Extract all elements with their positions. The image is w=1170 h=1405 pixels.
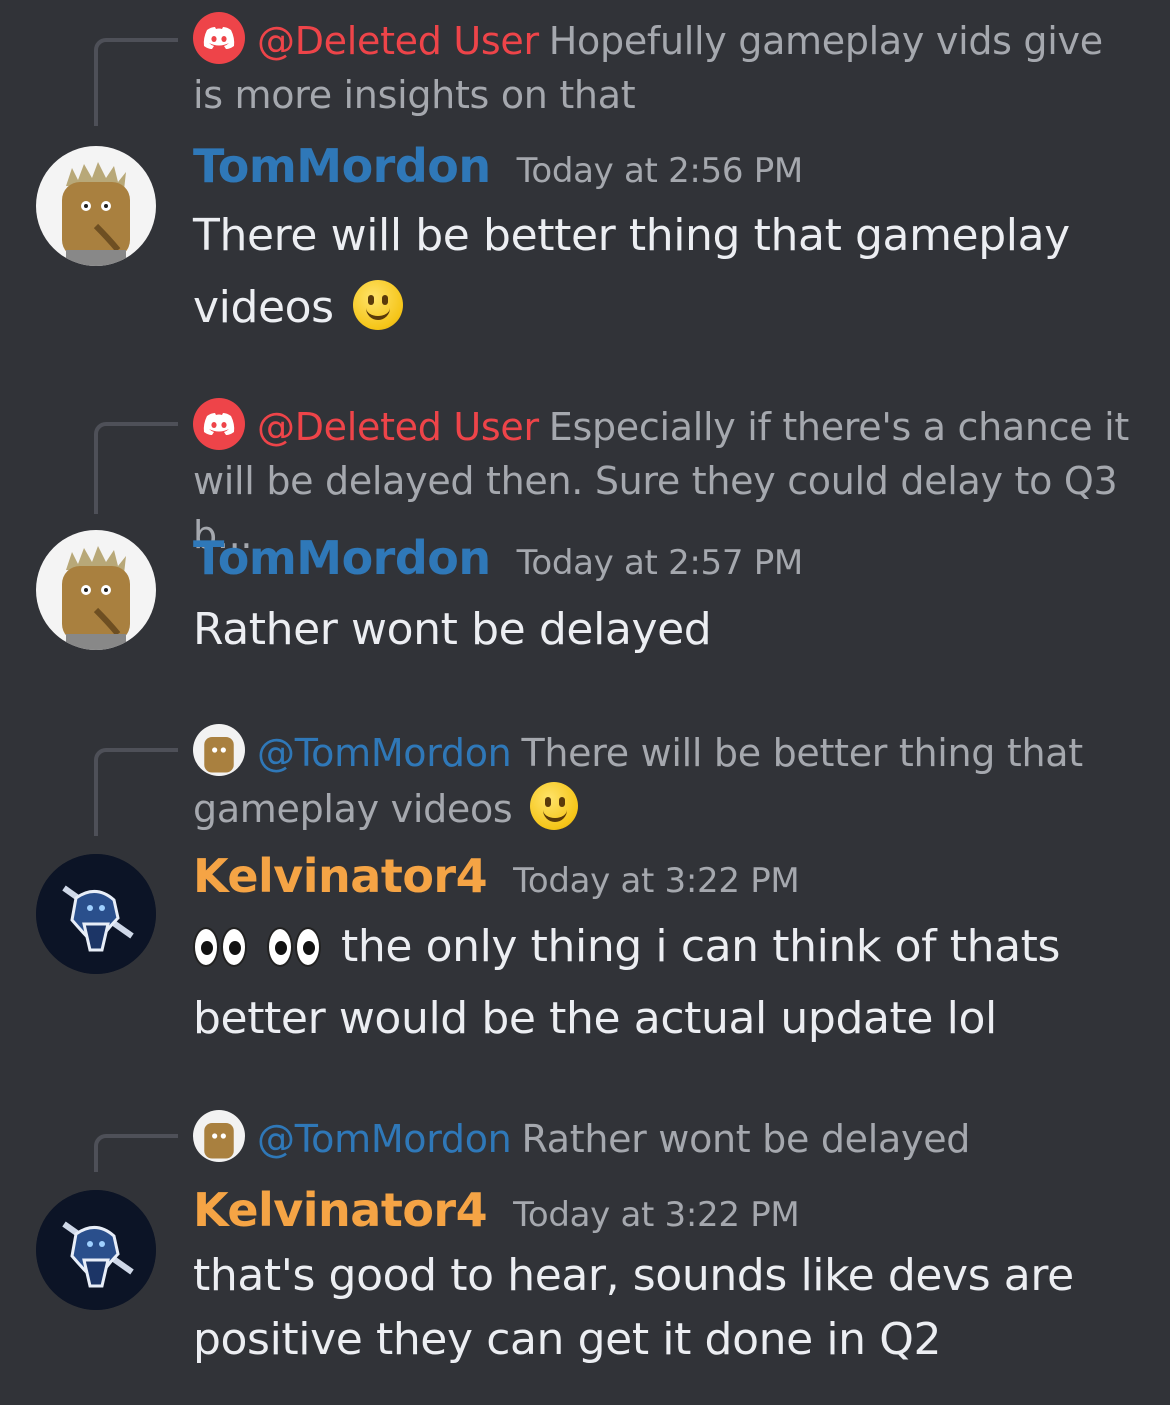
avatar[interactable]	[36, 146, 156, 266]
author-name[interactable]: Kelvinator4 Today at 3:22 PM	[193, 848, 800, 909]
timestamp: Today at 3:22 PM	[513, 1195, 800, 1235]
tommordon-avatar	[193, 1110, 245, 1162]
avatar[interactable]	[36, 854, 156, 974]
reply-connector	[94, 1134, 178, 1172]
reply-connector	[94, 38, 178, 126]
message-body: the only thing i can think of thats bett…	[193, 920, 1061, 1044]
reply-preview[interactable]: @Deleted User Hopefully gameplay vids giv…	[193, 12, 1133, 122]
timestamp: Today at 3:22 PM	[513, 861, 800, 901]
reply-connector	[94, 748, 178, 836]
author-name[interactable]: TomMordon Today at 2:57 PM	[193, 530, 803, 591]
author-name[interactable]: TomMordon Today at 2:56 PM	[193, 138, 803, 199]
reply-connector	[94, 422, 178, 514]
discord-logo-icon	[193, 398, 245, 450]
discord-logo-icon	[193, 12, 245, 64]
reply-preview[interactable]: @TomMordon There will be better thing tha…	[193, 724, 1133, 837]
timestamp: Today at 2:56 PM	[516, 151, 804, 191]
tommordon-avatar	[193, 724, 245, 776]
avatar[interactable]	[36, 530, 156, 650]
author-name[interactable]: Kelvinator4 Today at 3:22 PM	[193, 1182, 800, 1243]
reply-preview[interactable]: @TomMordon Rather wont be delayed	[193, 1110, 1133, 1166]
message-body: Rather wont be delayed	[193, 604, 712, 655]
reply-text: Rather wont be delayed	[521, 1117, 971, 1161]
avatar[interactable]	[36, 1190, 156, 1310]
slightly-smiling-face-icon	[530, 782, 579, 830]
message-body: that's good to hear, sounds like devs ar…	[193, 1250, 1074, 1365]
eyes-icon	[193, 920, 249, 986]
timestamp: Today at 2:57 PM	[516, 543, 804, 583]
message-body: There will be better thing that gameplay…	[193, 210, 1070, 333]
reply-mention[interactable]: @TomMordon	[257, 731, 512, 775]
reply-mention[interactable]: @Deleted User	[257, 19, 539, 63]
slightly-smiling-face-icon	[353, 280, 404, 330]
eyes-icon	[267, 920, 323, 986]
reply-mention[interactable]: @Deleted User	[257, 405, 539, 449]
reply-mention[interactable]: @TomMordon	[257, 1117, 512, 1161]
